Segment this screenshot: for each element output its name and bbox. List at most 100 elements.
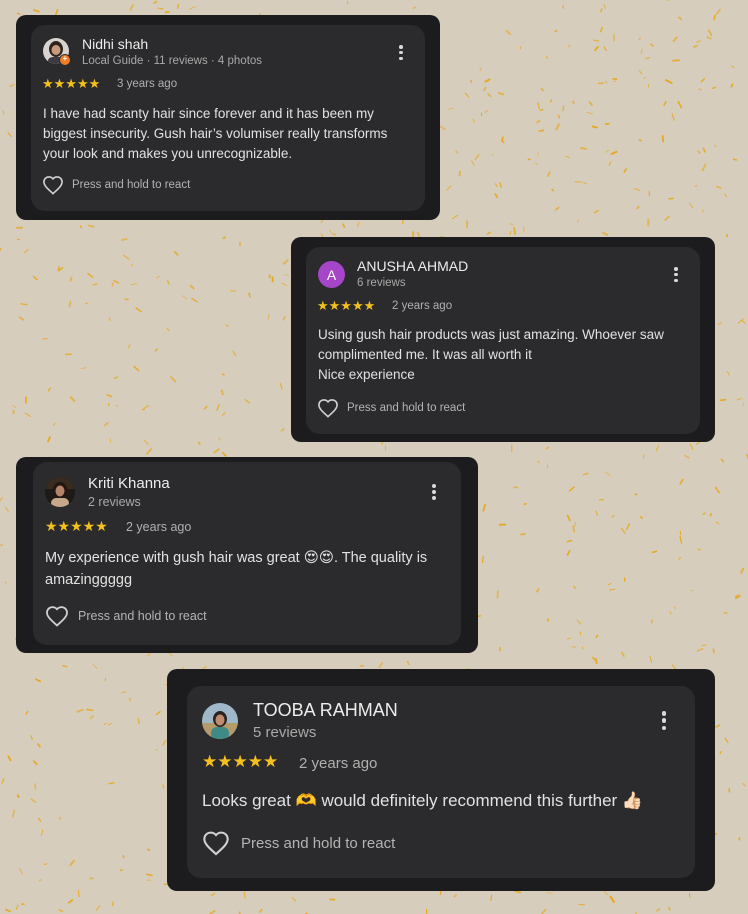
speckle: [284, 274, 289, 276]
speckle: [679, 530, 682, 536]
react-button[interactable]: Press and hold to react: [317, 398, 465, 418]
heart-icon: [318, 399, 338, 418]
react-button[interactable]: Press and hold to react: [45, 605, 207, 627]
speckle: [707, 29, 713, 37]
speckle: [677, 556, 682, 561]
speckle: [572, 525, 575, 533]
speckle: [122, 855, 125, 859]
review-text: My experience with gush hair was great 😍…: [45, 547, 451, 591]
speckle: [406, 660, 410, 666]
speckle: [103, 722, 107, 726]
more-options-icon[interactable]: [673, 267, 679, 282]
speckle: [87, 272, 94, 278]
speckle: [359, 665, 365, 668]
speckle: [545, 446, 550, 450]
speckle: [154, 348, 159, 352]
speckle: [572, 645, 577, 648]
speckle: [546, 618, 550, 622]
speckle: [555, 206, 560, 211]
speckle: [119, 868, 123, 872]
reviewer-name[interactable]: Kriti Khanna: [88, 475, 170, 492]
speckle: [520, 532, 526, 536]
speckle: [452, 214, 459, 220]
speckle: [541, 908, 547, 914]
react-button[interactable]: Press and hold to react: [42, 175, 190, 195]
speckle: [741, 782, 746, 787]
speckle: [741, 320, 746, 324]
speckle: [40, 829, 44, 836]
speckle: [715, 8, 721, 16]
speckle: [727, 371, 730, 376]
speckle: [730, 65, 735, 69]
speckle: [20, 303, 28, 306]
react-button[interactable]: Press and hold to react: [202, 830, 395, 856]
speckle: [679, 535, 683, 544]
speckle: [115, 404, 119, 407]
speckle: [547, 171, 551, 177]
heart-icon: [43, 176, 63, 195]
speckle: [218, 437, 222, 441]
reviewer-avatar[interactable]: [45, 477, 75, 507]
speckle: [642, 454, 645, 460]
more-options-icon[interactable]: [431, 484, 437, 500]
speckle: [145, 873, 153, 877]
speckle: [177, 3, 180, 9]
speckle: [603, 4, 606, 9]
speckle: [282, 316, 286, 321]
reviewer-avatar[interactable]: [202, 703, 238, 739]
reviewer-name[interactable]: TOOBA RAHMAN: [253, 700, 398, 721]
more-options-icon[interactable]: [398, 45, 404, 60]
speckle: [104, 677, 107, 682]
speckle: [267, 313, 270, 320]
heart-icon: [203, 831, 229, 856]
speckle: [69, 859, 75, 866]
review-time: 3 years ago: [117, 78, 178, 90]
speckle: [244, 398, 251, 404]
speckle: [604, 122, 610, 126]
speckle: [24, 412, 32, 418]
speckle: [4, 581, 7, 584]
speckle: [566, 514, 571, 522]
speckle: [216, 404, 220, 412]
speckle: [736, 398, 742, 401]
speckle: [697, 150, 701, 155]
more-options-icon[interactable]: [661, 711, 667, 730]
speckle: [555, 123, 560, 131]
speckle: [0, 497, 4, 502]
speckle: [514, 890, 522, 894]
speckle: [538, 129, 545, 132]
speckle: [243, 891, 246, 899]
speckle: [156, 275, 161, 279]
speckle: [673, 606, 676, 610]
speckle: [210, 892, 216, 897]
speckle: [672, 36, 678, 42]
speckle: [709, 513, 712, 517]
reviewer-avatar[interactable]: A: [318, 261, 345, 288]
speckle: [108, 782, 115, 785]
speckle: [702, 147, 706, 153]
speckle: [220, 389, 224, 396]
speckle: [189, 284, 195, 290]
speckle: [58, 909, 64, 913]
speckle: [32, 760, 38, 765]
review-card-4: TOOBA RAHMAN 5 reviews ★★★★★ 2 years ago…: [187, 686, 695, 878]
speckle: [537, 101, 541, 110]
speckle: [482, 86, 487, 92]
review-text: I have had scanty hair since forever and…: [43, 104, 405, 164]
speckle: [679, 478, 684, 485]
speckle: [135, 307, 142, 313]
speckle: [191, 297, 198, 303]
speckle: [595, 510, 598, 516]
speckle: [342, 223, 346, 228]
speckle: [69, 396, 76, 402]
speckle: [95, 905, 101, 911]
speckle: [665, 79, 673, 84]
speckle: [639, 515, 643, 519]
speckle: [650, 619, 653, 624]
reviewer-name[interactable]: ANUSHA AHMAD: [357, 258, 468, 274]
speckle: [696, 40, 701, 43]
review-card-2: A ANUSHA AHMAD 6 reviews ★★★★★ 2 years a…: [306, 247, 700, 434]
reviewer-name[interactable]: Nidhi shah: [82, 36, 148, 52]
speckle: [281, 282, 288, 286]
speckle: [11, 809, 16, 818]
